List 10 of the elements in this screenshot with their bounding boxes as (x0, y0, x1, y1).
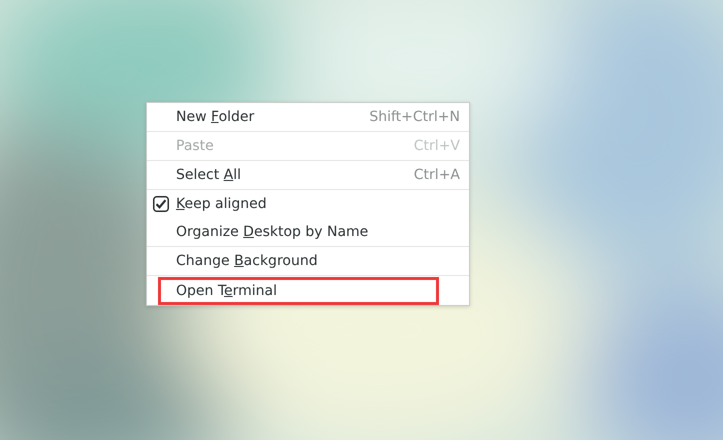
shortcut-text: Ctrl+A (414, 167, 460, 183)
checkbox[interactable] (153, 196, 169, 212)
menu-item[interactable]: Select All (176, 167, 241, 183)
menu-item[interactable]: Change Background (176, 253, 318, 269)
menu-item[interactable]: Open Terminal (176, 283, 278, 299)
menu-item[interactable]: Keep aligned (176, 196, 267, 212)
menu-item[interactable]: Organize Desktop by Name (176, 224, 368, 240)
menu-item[interactable]: New Folder (176, 109, 254, 125)
shortcut-text: Shift+Ctrl+N (369, 109, 460, 125)
shortcut-text: Ctrl+V (414, 138, 460, 154)
